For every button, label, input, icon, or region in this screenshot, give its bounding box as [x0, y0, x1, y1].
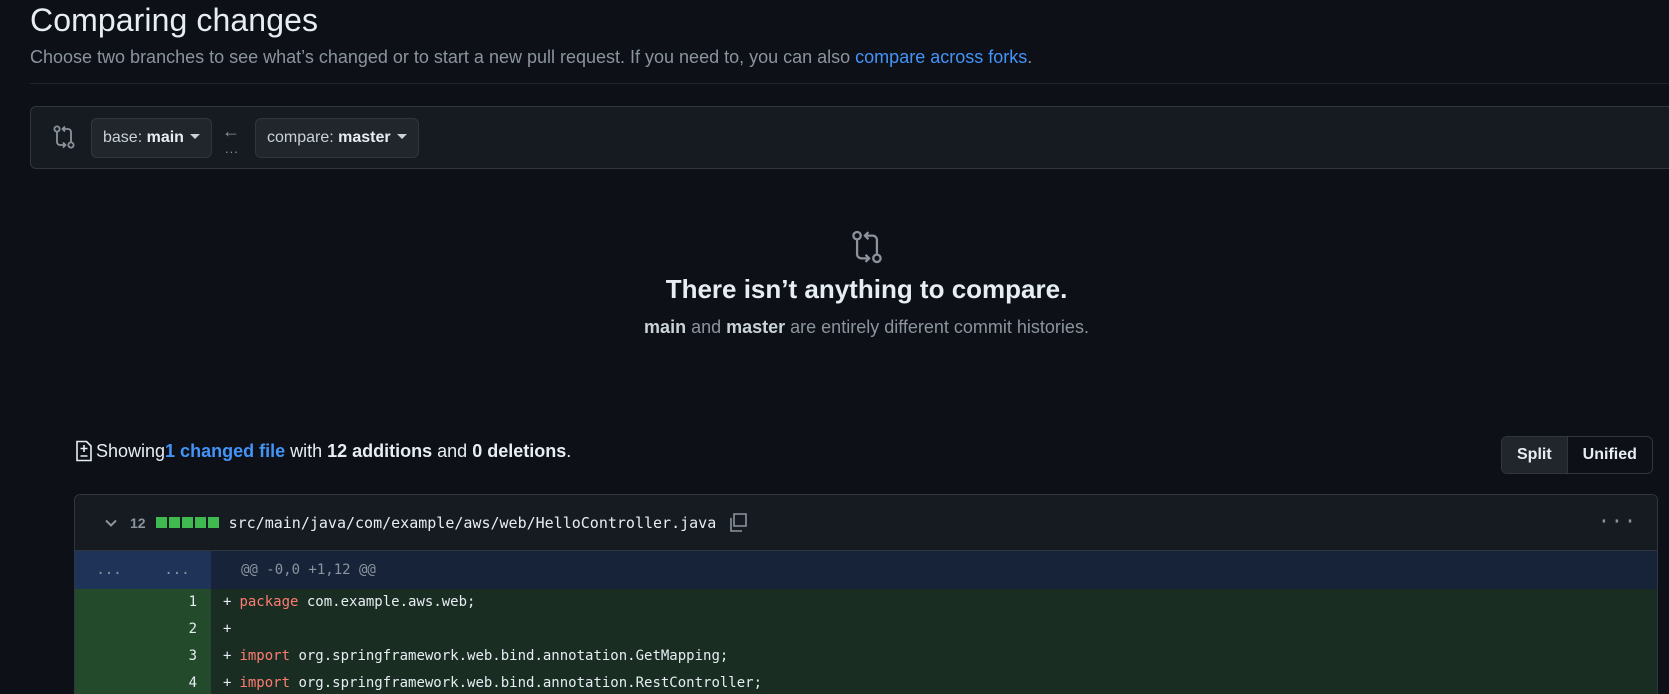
old-line-number	[75, 589, 143, 616]
blankslate-subtitle: main and master are entirely different c…	[0, 317, 1669, 338]
compare-prefix: compare:	[267, 129, 339, 146]
diffstat-block	[155, 517, 167, 528]
diff-view-toggle: Split Unified	[1501, 436, 1653, 474]
code-text: org.springframework.web.bind.annotation.…	[290, 675, 763, 691]
header-divider	[30, 83, 1669, 84]
page-subtitle: Choose two branches to see what’s change…	[30, 47, 1032, 68]
base-caret-icon	[189, 134, 200, 139]
file-path-link[interactable]: src/main/java/com/example/aws/web/HelloC…	[229, 514, 717, 532]
diffstat-block	[168, 517, 180, 528]
old-line-number	[75, 670, 143, 694]
blankslate-and: and	[686, 317, 727, 337]
new-line-number[interactable]: 3	[143, 643, 211, 670]
code-text: org.springframework.web.bind.annotation.…	[290, 648, 729, 664]
old-line-number	[75, 616, 143, 643]
copy-icon[interactable]	[727, 512, 749, 534]
file-change-count: 12	[130, 514, 146, 531]
hunk-header-text: @@ -0,0 +1,12 @@	[211, 551, 1657, 589]
arrow-left-icon: ←	[222, 121, 240, 141]
code-keyword: package	[239, 594, 299, 610]
file-diff-icon	[76, 440, 92, 462]
addition-marker: +	[223, 621, 232, 637]
diff-line: 4 + import org.springframework.web.bind.a…	[75, 670, 1657, 694]
base-branch-button[interactable]: base: main	[91, 118, 212, 158]
blankslate-title: There isn’t anything to compare.	[665, 274, 1068, 304]
subtitle-text: Choose two branches to see what’s change…	[30, 47, 856, 67]
toc-additions: 12 additions	[327, 440, 433, 461]
range-editor: base: main ← ... compare: master	[30, 106, 1669, 169]
diff-line: 2 +	[75, 616, 1657, 643]
git-compare-icon	[851, 230, 882, 264]
code-keyword: import	[239, 648, 291, 664]
diffstat-block	[194, 517, 206, 528]
compare-page: Comparing changes Choose two branches to…	[0, 0, 1669, 694]
range-dots: ...	[225, 141, 239, 156]
changed-files-link[interactable]: 1 changed file	[165, 441, 285, 462]
file-diff: 12 src/main/java/com/example/aws/web/Hel…	[74, 494, 1658, 694]
addition-marker: +	[223, 594, 232, 610]
chevron-down-icon[interactable]	[102, 514, 120, 532]
diff-line: 3 + import org.springframework.web.bind.a…	[75, 643, 1657, 670]
diffstat-block	[181, 517, 193, 528]
subtitle-end: .	[1027, 47, 1033, 67]
code-keyword: import	[239, 675, 291, 691]
toc-showing: Showing	[96, 440, 166, 461]
code-text: com.example.aws.web;	[298, 594, 476, 610]
new-line-number[interactable]: 1	[143, 589, 211, 616]
base-prefix: base:	[103, 129, 147, 146]
line-code: +	[211, 616, 1657, 643]
toc-with: with	[285, 440, 328, 461]
new-line-number[interactable]: 4	[143, 670, 211, 694]
new-line-number[interactable]: 2	[143, 616, 211, 643]
hunk-header-row: ... ... @@ -0,0 +1,12 @@	[75, 551, 1657, 589]
line-code: + import org.springframework.web.bind.ann…	[211, 670, 1657, 694]
line-code: + import org.springframework.web.bind.ann…	[211, 643, 1657, 670]
page-title: Comparing changes	[30, 2, 319, 38]
blankslate-rest: are entirely different commit histories.	[785, 317, 1089, 337]
blankslate: There isn’t anything to compare. main an…	[0, 230, 1669, 338]
hunk-expand-right[interactable]: ...	[143, 551, 211, 589]
addition-marker: +	[223, 648, 232, 664]
kebab-horizontal-icon[interactable]: ···	[1598, 509, 1637, 533]
toc-period: .	[566, 440, 572, 461]
split-view-button[interactable]: Split	[1502, 437, 1568, 473]
toc-and: and	[432, 440, 473, 461]
base-branch-name: main	[146, 129, 184, 146]
line-code: + package com.example.aws.web;	[211, 589, 1657, 616]
toc-deletions: 0 deletions	[472, 440, 567, 461]
unified-view-button[interactable]: Unified	[1568, 437, 1652, 473]
compare-across-forks-link[interactable]: compare across forks	[855, 47, 1027, 67]
old-line-number	[75, 643, 143, 670]
compare-caret-icon	[396, 134, 407, 139]
git-compare-icon	[53, 125, 75, 149]
diff-summary: Showing 1 changed file with 12 additions…	[74, 440, 571, 462]
blankslate-branch-2: master	[726, 317, 786, 337]
diffstat-blocks	[155, 517, 219, 528]
diffstat-block	[207, 517, 219, 528]
addition-marker: +	[223, 675, 232, 691]
blankslate-branch-1: main	[644, 317, 687, 337]
compare-branch-name: master	[338, 129, 391, 146]
diff-line: 1 + package com.example.aws.web;	[75, 589, 1657, 616]
file-header: 12 src/main/java/com/example/aws/web/Hel…	[75, 495, 1657, 551]
compare-branch-button[interactable]: compare: master	[255, 118, 419, 158]
hunk-expand-left[interactable]: ...	[75, 551, 143, 589]
